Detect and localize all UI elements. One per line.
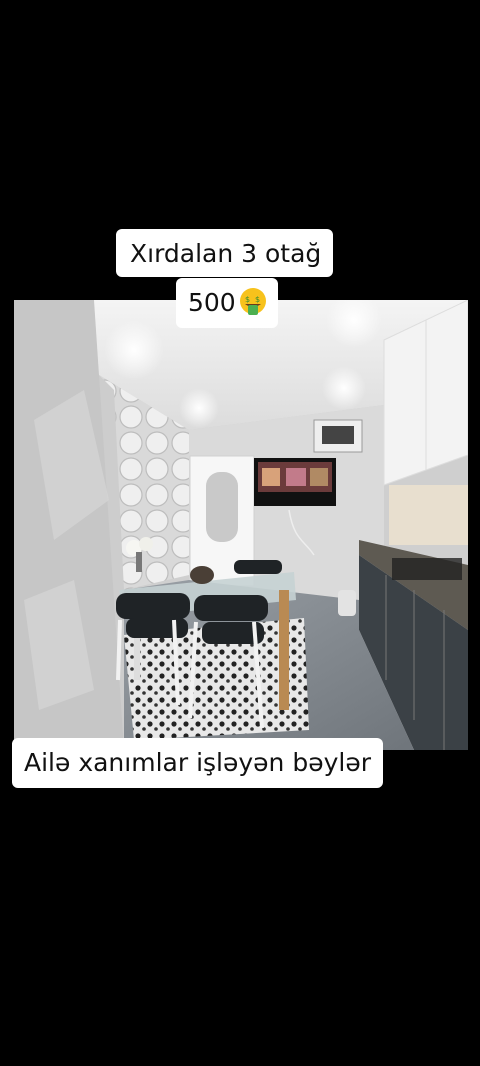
listing-title: Xırdalan 3 otağ bbox=[130, 239, 322, 268]
kitchen-photo bbox=[14, 300, 468, 750]
svg-text:$: $ bbox=[255, 295, 260, 304]
bottom-caption-text: Ailə xanımlar işləyən bəylər bbox=[24, 748, 371, 777]
svg-text:$: $ bbox=[245, 295, 250, 304]
price-value: 500 bbox=[188, 288, 236, 317]
price-caption: 500 $ $ bbox=[176, 278, 278, 328]
money-mouth-face-icon: $ $ bbox=[238, 287, 268, 317]
bottom-caption: Ailə xanımlar işləyən bəylər bbox=[12, 738, 383, 788]
listing-title-caption: Xırdalan 3 otağ bbox=[116, 229, 334, 277]
